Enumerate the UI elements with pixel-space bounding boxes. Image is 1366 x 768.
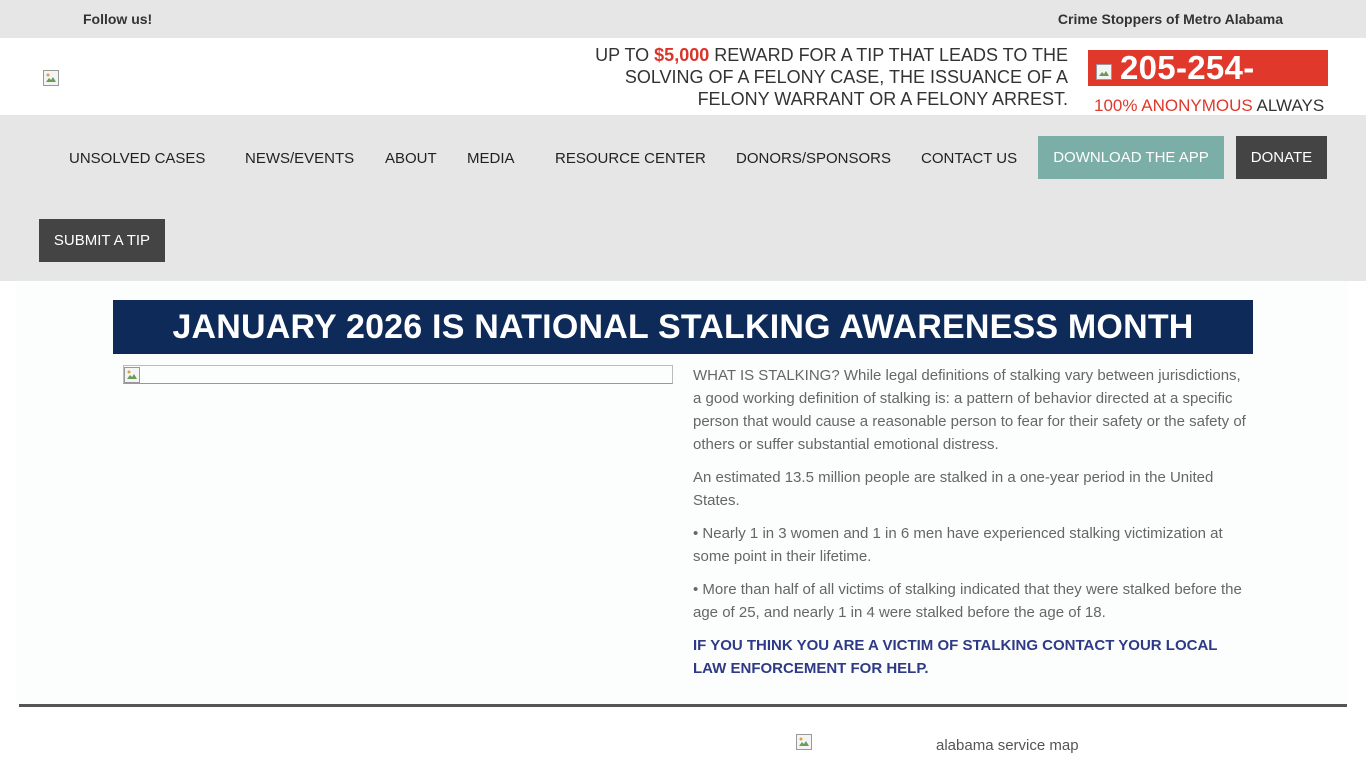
paragraph-bullet-2: • More than half of all victims of stalk… — [693, 581, 1242, 621]
reward-text: UP TO $5,000 REWARD FOR A TIP THAT LEADS… — [560, 44, 1068, 110]
broken-image-icon — [796, 734, 812, 750]
phone-icon — [1096, 64, 1112, 80]
call-to-action: IF YOU THINK YOU ARE A VICTIM OF STALKIN… — [693, 637, 1218, 677]
service-map-image: alabama service map — [796, 734, 1079, 754]
header: UP TO $5,000 REWARD FOR A TIP THAT LEADS… — [0, 38, 1366, 122]
page-title-banner: JANUARY 2026 IS NATIONAL STALKING AWAREN… — [113, 300, 1253, 354]
nav-item-media[interactable]: MEDIA — [467, 150, 515, 167]
nav-item-donors-sponsors[interactable]: DONORS/SPONSORS — [736, 150, 891, 167]
broken-image-icon — [124, 367, 140, 383]
follow-us-label: Follow us! — [83, 11, 153, 27]
anonymous-red-text: 100% ANONYMOUS — [1094, 96, 1253, 115]
donate-button[interactable]: DONATE — [1236, 136, 1327, 179]
article-image — [123, 365, 673, 384]
anonymous-tagline: 100% ANONYMOUS ALWAYS — [1094, 96, 1324, 116]
nav-item-unsolved-cases[interactable]: UNSOLVED CASES — [69, 150, 205, 167]
reward-prefix: UP TO — [595, 45, 655, 65]
top-bar: Follow us! Crime Stoppers of Metro Alaba… — [0, 0, 1366, 38]
paragraph-definition: WHAT IS STALKING? While legal definition… — [693, 367, 1246, 453]
paragraph-bullet-1: • Nearly 1 in 3 women and 1 in 6 men hav… — [693, 525, 1223, 565]
nav-item-news-events[interactable]: NEWS/EVENTS — [245, 150, 354, 167]
nav-item-resource-center[interactable]: RESOURCE CENTER — [555, 150, 706, 167]
phone-button[interactable]: 205-254-7777 — [1088, 50, 1328, 122]
article-text: WHAT IS STALKING? While legal definition… — [693, 364, 1248, 690]
nav-item-about[interactable]: ABOUT — [385, 150, 437, 167]
broken-image-icon — [43, 70, 59, 86]
reward-amount: $5,000 — [654, 45, 710, 65]
nav-item-contact-us[interactable]: CONTACT US — [921, 150, 1017, 167]
paragraph-statistic: An estimated 13.5 million people are sta… — [693, 469, 1214, 509]
download-app-button[interactable]: DOWNLOAD THE APP — [1038, 136, 1224, 179]
section-divider — [19, 704, 1347, 707]
org-name: Crime Stoppers of Metro Alabama — [1057, 11, 1283, 27]
submit-tip-button[interactable]: SUBMIT A TIP — [39, 219, 165, 262]
main-nav: UNSOLVED CASES NEWS/EVENTS ABOUT MEDIA R… — [0, 115, 1366, 281]
anonymous-rest-text: ALWAYS — [1252, 96, 1325, 115]
site-logo[interactable] — [43, 70, 59, 86]
map-alt-text: alabama service map — [936, 737, 1079, 754]
